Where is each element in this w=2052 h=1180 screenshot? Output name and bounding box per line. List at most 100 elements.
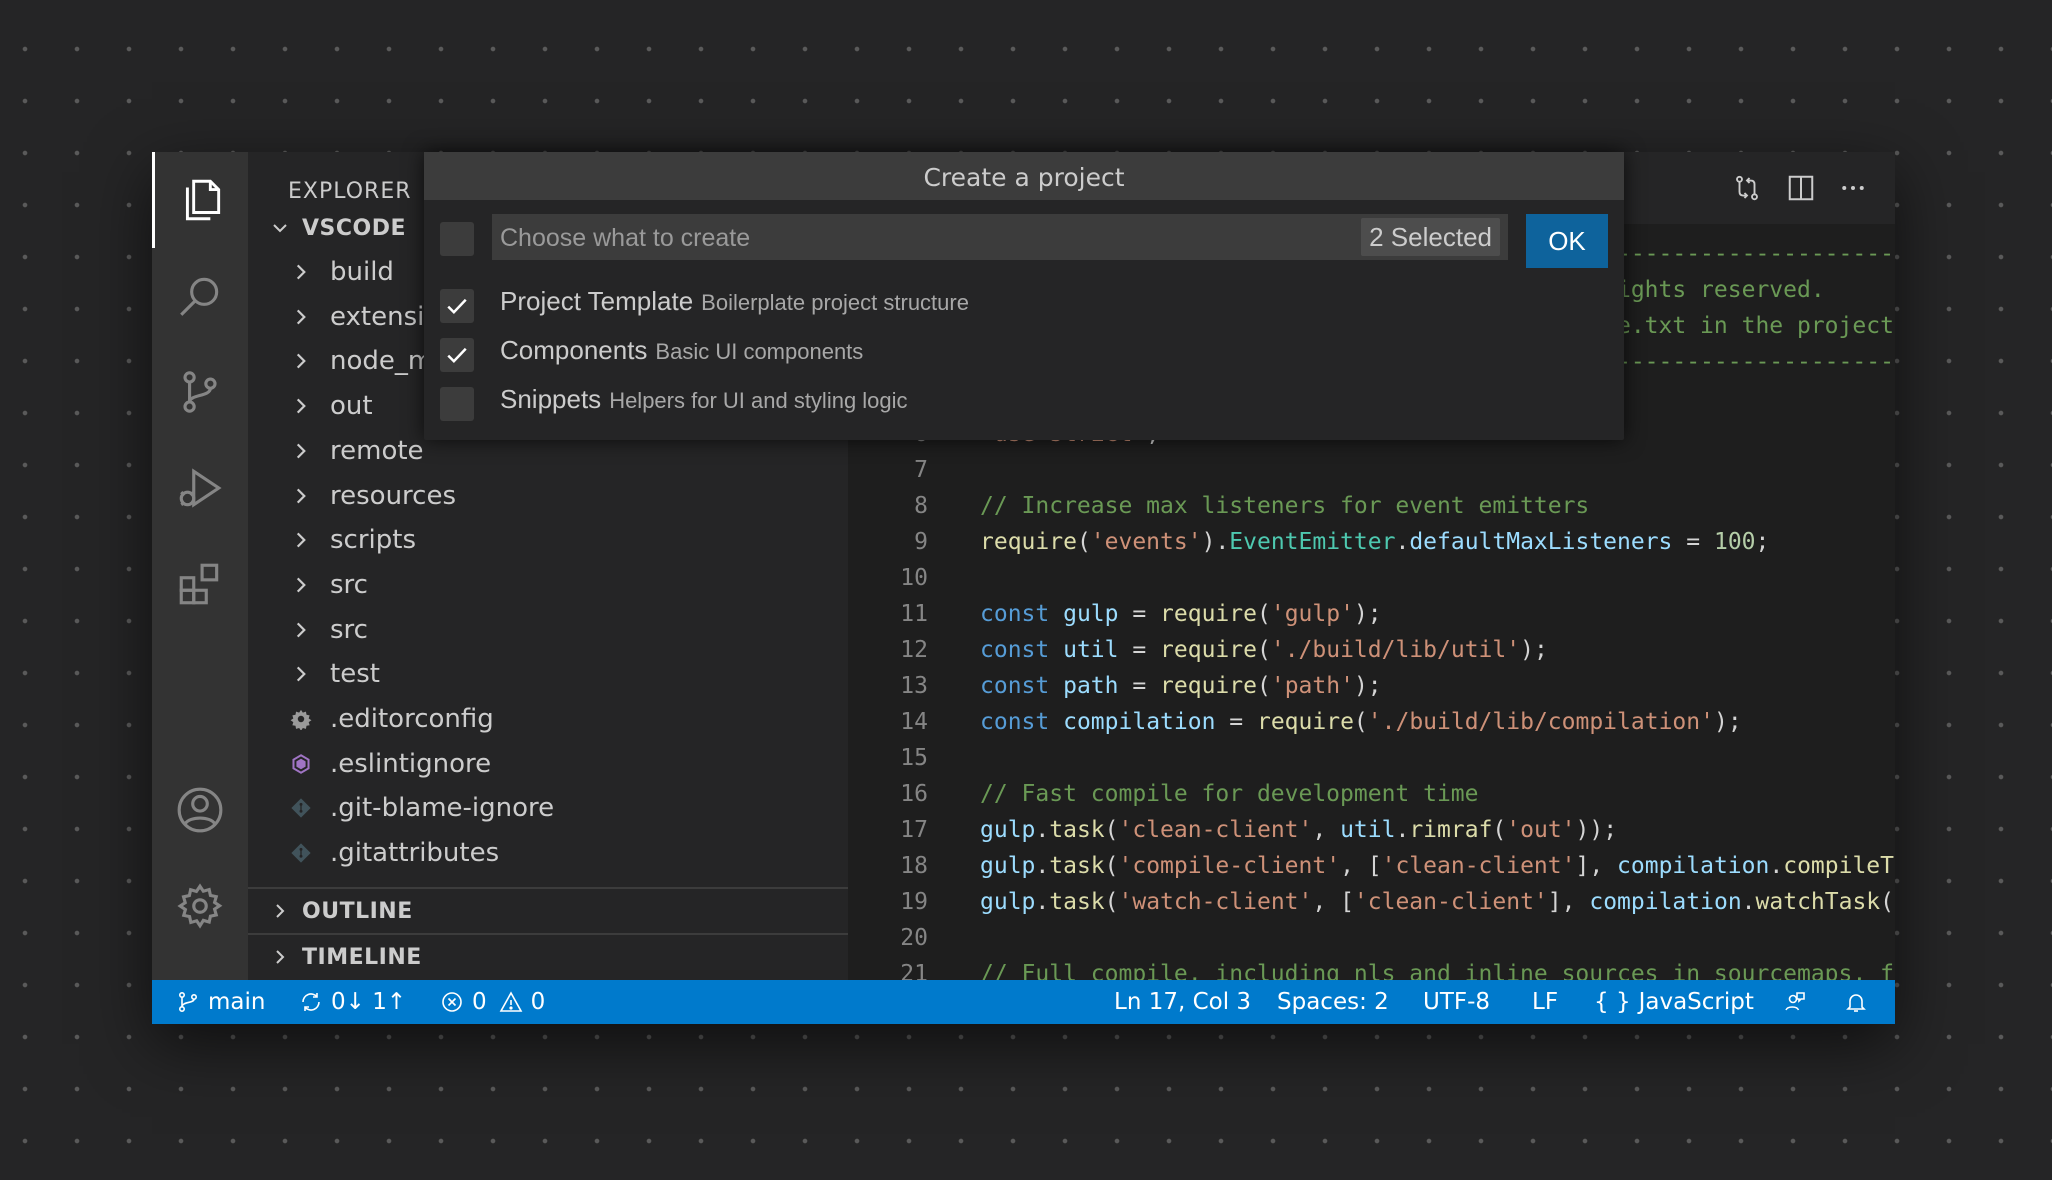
code-token: (: [1104, 853, 1119, 879]
code-line[interactable]: 21 // Full compile, including nls and inl…: [848, 956, 1895, 980]
line-ending[interactable]: LF: [1532, 980, 1558, 1024]
code-line[interactable]: 10: [848, 560, 1895, 596]
encoding[interactable]: UTF-8: [1423, 980, 1490, 1024]
quick-pick-item[interactable]: Snippets Helpers for UI and styling logic: [424, 378, 1624, 426]
quick-pick-item[interactable]: Components Basic UI components: [424, 329, 1624, 377]
timeline-section[interactable]: TIMELINE: [248, 935, 848, 979]
file-item[interactable]: .eslintignore: [248, 742, 848, 786]
code-token: 'out': [1894, 889, 1895, 915]
file-item[interactable]: .git-blame-ignore: [248, 786, 848, 830]
line-number: 19: [900, 889, 928, 915]
chevron-right-icon: [296, 309, 306, 325]
code-token: 'clean-client': [1353, 889, 1548, 915]
sync-indicator[interactable]: 0↓ 1↑: [299, 980, 406, 1024]
sidebar-title: EXPLORER: [288, 179, 412, 204]
activity-search[interactable]: [152, 248, 248, 344]
code-token: util: [1340, 817, 1396, 843]
git-branch-icon: [178, 991, 198, 1012]
notifications-button[interactable]: [1844, 980, 1876, 1024]
language-mode[interactable]: { } JavaScript: [1594, 980, 1754, 1024]
cursor-position[interactable]: Ln 17, Col 3: [1114, 980, 1251, 1024]
line-number: 16: [900, 781, 928, 807]
code-token: (: [1256, 637, 1271, 663]
line-number: 8: [914, 493, 928, 519]
code-line[interactable]: 16 // Fast compile for development time: [848, 776, 1895, 812]
feedback-button[interactable]: [1783, 980, 1815, 1024]
line-text: const gulp = require('gulp');: [980, 596, 1382, 632]
code-token: 'compile-client': [1118, 853, 1341, 879]
code-token: require: [1160, 673, 1257, 699]
folder-item[interactable]: resources: [248, 474, 848, 518]
tree-item-icon-wrap: [290, 842, 312, 864]
activity-source-control[interactable]: [152, 344, 248, 440]
compare-changes-button[interactable]: [1729, 170, 1765, 206]
sync-icon: [302, 993, 320, 1011]
folder-item[interactable]: src: [248, 563, 848, 607]
files-icon: [185, 179, 220, 221]
quick-pick-item-text: Snippets Helpers for UI and styling logic: [500, 384, 908, 415]
code-token: // Fast compile for development time: [980, 781, 1479, 807]
activity-accounts[interactable]: [152, 762, 248, 858]
error-count: 0: [472, 989, 487, 1015]
tree-item-label: scripts: [330, 525, 416, 556]
item-label: Project Template: [500, 286, 694, 316]
split-editor-button[interactable]: [1783, 170, 1819, 206]
file-item[interactable]: .editorconfig: [248, 697, 848, 741]
language-label: JavaScript: [1638, 989, 1754, 1015]
code-token: 'out': [1506, 817, 1576, 843]
code-token: =: [1118, 673, 1161, 699]
code-token: compilation: [1617, 853, 1770, 879]
code-token: require: [1256, 709, 1354, 735]
activity-settings[interactable]: [152, 858, 248, 954]
code-line[interactable]: 19 gulp.task('watch-client', ['clean-clie…: [848, 884, 1895, 920]
select-all-checkbox[interactable]: [440, 222, 474, 256]
code-token: , [: [1312, 889, 1354, 915]
code-line[interactable]: 20: [848, 920, 1895, 956]
code-token: 100: [1713, 529, 1756, 555]
more-actions-button[interactable]: [1835, 170, 1871, 206]
folder-root-label: VSCODE: [302, 215, 407, 241]
code-line[interactable]: 8 // Increase max listeners for event emi…: [848, 488, 1895, 524]
line-number: 13: [900, 673, 928, 699]
problems-indicator[interactable]: 0 0: [440, 980, 545, 1024]
code-line[interactable]: 18 gulp.task('compile-client', ['clean-cl…: [848, 848, 1895, 884]
activity-extensions[interactable]: [152, 536, 248, 632]
file-item[interactable]: .gitattributes: [248, 831, 848, 875]
code-line[interactable]: 15: [848, 740, 1895, 776]
code-token: (: [1076, 529, 1091, 555]
chevron-right-icon: [296, 577, 306, 593]
activity-explorer[interactable]: [152, 152, 248, 248]
braces-icon: { }: [1594, 989, 1631, 1015]
code-line[interactable]: 14 const compilation = require('./build/l…: [848, 704, 1895, 740]
code-token: .: [1395, 529, 1410, 555]
indentation[interactable]: Spaces: 2: [1277, 980, 1389, 1024]
code-token: 'path': [1270, 673, 1354, 699]
code-token: .: [1769, 853, 1784, 879]
outline-section[interactable]: OUTLINE: [248, 889, 848, 933]
chevron-right-icon: [296, 532, 306, 548]
quick-pick-input[interactable]: [492, 214, 1302, 262]
code-line[interactable]: 11 const gulp = require('gulp');: [848, 596, 1895, 632]
code-token: =: [1118, 637, 1161, 663]
code-line[interactable]: 17 gulp.task('clean-client', util.rimraf(…: [848, 812, 1895, 848]
selected-count-badge: 2 Selected: [1361, 218, 1500, 256]
line-number: 9: [914, 529, 928, 555]
code-line[interactable]: 13 const path = require('path');: [848, 668, 1895, 704]
folder-item[interactable]: src: [248, 608, 848, 652]
ok-button[interactable]: OK: [1526, 214, 1608, 268]
code-token: const: [980, 709, 1050, 735]
code-token: ],: [1575, 853, 1618, 879]
line-number: 11: [900, 601, 928, 627]
folder-item[interactable]: test: [248, 652, 848, 696]
line-text: // Fast compile for development time: [980, 776, 1479, 812]
code-line[interactable]: 7: [848, 452, 1895, 488]
activity-run-debug[interactable]: [152, 440, 248, 536]
branch-indicator[interactable]: main: [176, 980, 265, 1024]
code-line[interactable]: 12 const util = require('./build/lib/util…: [848, 632, 1895, 668]
code-line[interactable]: 9 require('events').EventEmitter.defaultM…: [848, 524, 1895, 560]
code-token: (: [1104, 889, 1119, 915]
quick-pick-item[interactable]: Project Template Boilerplate project stru…: [424, 280, 1624, 328]
folder-item[interactable]: scripts: [248, 518, 848, 562]
